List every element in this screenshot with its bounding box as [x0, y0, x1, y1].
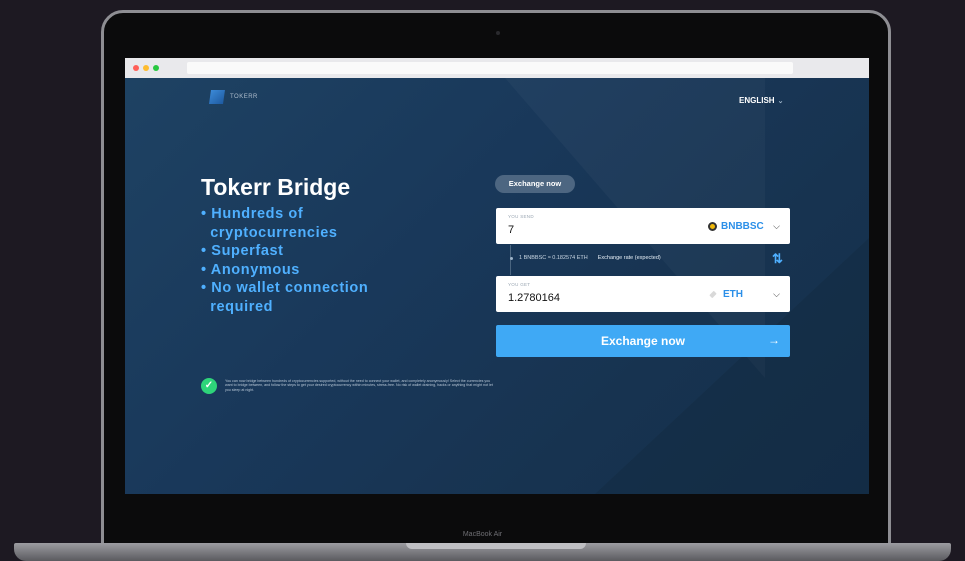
- feature-item: • Anonymous: [201, 261, 300, 278]
- browser-toolbar: [125, 58, 869, 78]
- address-bar[interactable]: [187, 62, 793, 74]
- feature-item: • Superfast: [201, 243, 284, 259]
- get-currency-select[interactable]: ETH ⌵: [708, 276, 790, 312]
- get-amount-input[interactable]: [508, 291, 668, 305]
- feature-item: • Hundreds of: [201, 206, 304, 222]
- feature-list: • Hundreds of cryptocurrencies • Superfa…: [201, 205, 368, 316]
- feature-item: • No wallet connection: [201, 280, 369, 296]
- page-title: Tokerr Bridge: [201, 174, 351, 200]
- chevron-down-icon: ⌵: [773, 288, 780, 299]
- webpage: TOKERR ENGLISH ⌄ Tokerr Bridge • Hundred…: [125, 78, 869, 494]
- send-currency-name: BNBBSC: [721, 220, 764, 232]
- feature-item: required: [201, 298, 274, 315]
- language-label: ENGLISH: [739, 96, 775, 105]
- logo[interactable]: TOKERR: [209, 90, 258, 104]
- chevron-down-icon: ⌵: [773, 220, 780, 231]
- minimize-window-button[interactable]: [143, 65, 149, 71]
- logo-text: TOKERR: [230, 94, 258, 100]
- language-selector[interactable]: ENGLISH ⌄: [739, 96, 783, 105]
- disclaimer-text: You can now bridge between hundreds of c…: [225, 379, 493, 392]
- close-window-button[interactable]: [133, 65, 139, 71]
- get-currency-name: ETH: [723, 288, 743, 300]
- eth-coin-icon: [709, 290, 717, 298]
- exchange-now-button[interactable]: Exchange now →: [496, 325, 790, 357]
- logo-icon: [209, 90, 225, 104]
- device-label: MacBook Air: [462, 531, 503, 538]
- exchange-button-label: Exchange now: [600, 334, 686, 348]
- exchange-rate-row: 1 BNBBSC ≈ 0.182574 ETH Exchange rate (e…: [510, 255, 661, 261]
- send-label: YOU SEND: [508, 214, 534, 219]
- send-field: YOU SEND BNBBSC ⌵: [496, 208, 790, 244]
- divider: [706, 282, 707, 306]
- bnb-coin-icon: [708, 221, 717, 231]
- maximize-window-button[interactable]: [153, 65, 159, 71]
- exchange-now-tab[interactable]: Exchange now: [495, 175, 575, 193]
- camera-icon: [496, 31, 500, 35]
- chevron-down-icon: ⌄: [777, 97, 784, 105]
- check-icon: ✓: [201, 378, 217, 394]
- get-field: YOU GET ETH ⌵: [496, 276, 790, 312]
- exchange-rate-label: Exchange rate (expected): [597, 255, 661, 261]
- divider: [706, 214, 707, 238]
- exchange-rate-value: 1 BNBBSC ≈ 0.182574 ETH: [519, 255, 588, 261]
- send-currency-select[interactable]: BNBBSC ⌵: [708, 208, 790, 244]
- get-label: YOU GET: [508, 282, 531, 287]
- laptop-screen: TOKERR ENGLISH ⌄ Tokerr Bridge • Hundred…: [125, 58, 869, 494]
- arrow-right-icon: →: [768, 333, 780, 347]
- laptop-notch: [406, 543, 586, 549]
- swap-vertical-icon[interactable]: ⇅: [772, 251, 783, 267]
- send-amount-input[interactable]: [508, 223, 668, 237]
- rate-dot: [510, 256, 513, 260]
- feature-item: cryptocurrencies: [201, 224, 338, 241]
